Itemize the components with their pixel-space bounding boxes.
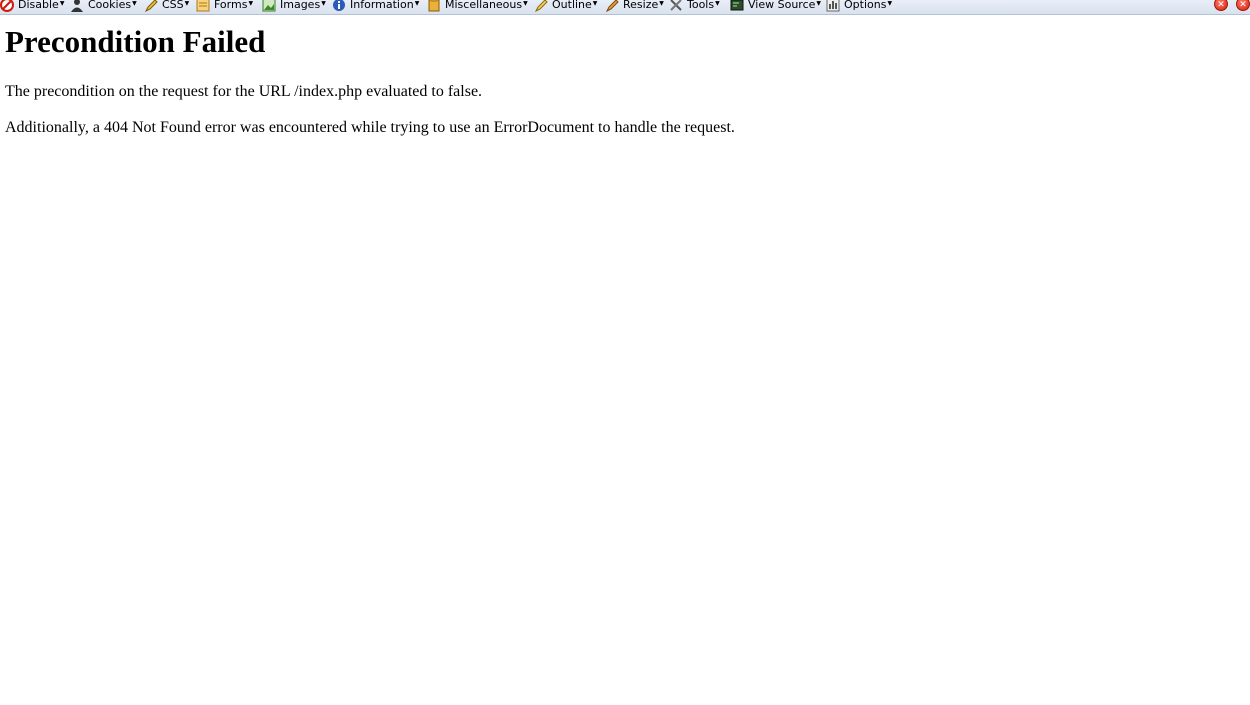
toolbar-disable[interactable]: Disable ▼ xyxy=(0,0,64,13)
toolbar-information[interactable]: Information ▼ xyxy=(332,0,419,13)
chevron-down-icon: ▼ xyxy=(132,0,137,7)
chevron-down-icon: ▼ xyxy=(248,0,254,7)
chevron-down-icon: ▼ xyxy=(887,0,893,7)
toolbar-images[interactable]: Images ▼ xyxy=(262,0,326,13)
additional-error-message: Additionally, a 404 Not Found error was … xyxy=(5,119,735,136)
toolbar-outline-label: Outline xyxy=(552,0,592,11)
disable-icon xyxy=(0,0,14,12)
resize-icon xyxy=(605,0,619,13)
toolbar-tools[interactable]: Tools ▼ xyxy=(669,0,720,13)
toolbar-resize[interactable]: Resize ▼ xyxy=(605,0,664,13)
toolbar-options[interactable]: Options ▼ xyxy=(826,0,892,13)
tools-icon xyxy=(669,0,683,12)
error-page: Precondition Failed The precondition on … xyxy=(5,22,735,136)
chevron-down-icon: ▼ xyxy=(59,0,65,7)
toolbar-forms-label: Forms xyxy=(214,0,248,11)
view-source-icon xyxy=(730,0,744,12)
chevron-down-icon: ▼ xyxy=(414,0,420,7)
information-icon xyxy=(332,0,346,12)
images-icon xyxy=(262,0,276,12)
outline-icon xyxy=(534,0,548,13)
error-message: The precondition on the request for the … xyxy=(5,83,483,100)
toolbar-images-label: Images xyxy=(280,0,321,11)
toolbar-tools-label: Tools xyxy=(687,0,715,11)
chevron-down-icon: ▼ xyxy=(816,0,822,7)
toolbar-miscellaneous-label: Miscellaneous xyxy=(445,0,523,11)
chevron-down-icon: ▼ xyxy=(321,0,326,7)
toolbar-css-label: CSS xyxy=(162,0,184,11)
forms-icon xyxy=(196,0,210,12)
toolbar-cookies[interactable]: Cookies ▼ xyxy=(70,0,137,13)
cookies-icon xyxy=(70,0,84,12)
chevron-down-icon: ▼ xyxy=(523,0,528,7)
chevron-down-icon: ▼ xyxy=(715,0,720,7)
toolbar-miscellaneous[interactable]: Miscellaneous ▼ xyxy=(427,0,528,13)
toolbar-resize-label: Resize xyxy=(623,0,659,11)
toolbar-information-label: Information xyxy=(350,0,414,11)
toolbar-css[interactable]: CSS ▼ xyxy=(144,0,189,13)
toolbar-options-label: Options xyxy=(844,0,887,11)
close-icon[interactable]: ✕ xyxy=(1236,0,1250,11)
chevron-down-icon: ▼ xyxy=(184,0,190,7)
css-icon xyxy=(144,0,158,13)
toolbar-outline[interactable]: Outline ▼ xyxy=(534,0,597,13)
toolbar-view-source[interactable]: View Source ▼ xyxy=(730,0,821,13)
options-icon xyxy=(826,0,840,12)
toolbar-disable-label: Disable xyxy=(18,0,59,11)
web-developer-toolbar: Disable ▼ Cookies ▼ CSS ▼ Forms ▼ Images… xyxy=(0,0,1250,15)
miscellaneous-icon xyxy=(427,0,441,12)
page-title: Precondition Failed xyxy=(5,24,266,59)
toolbar-view-source-label: View Source xyxy=(748,0,816,11)
chevron-down-icon: ▼ xyxy=(659,0,664,7)
chevron-down-icon: ▼ xyxy=(592,0,598,7)
toolbar-forms[interactable]: Forms ▼ xyxy=(196,0,253,13)
close-icon[interactable]: ✕ xyxy=(1214,0,1228,11)
toolbar-cookies-label: Cookies xyxy=(88,0,132,11)
